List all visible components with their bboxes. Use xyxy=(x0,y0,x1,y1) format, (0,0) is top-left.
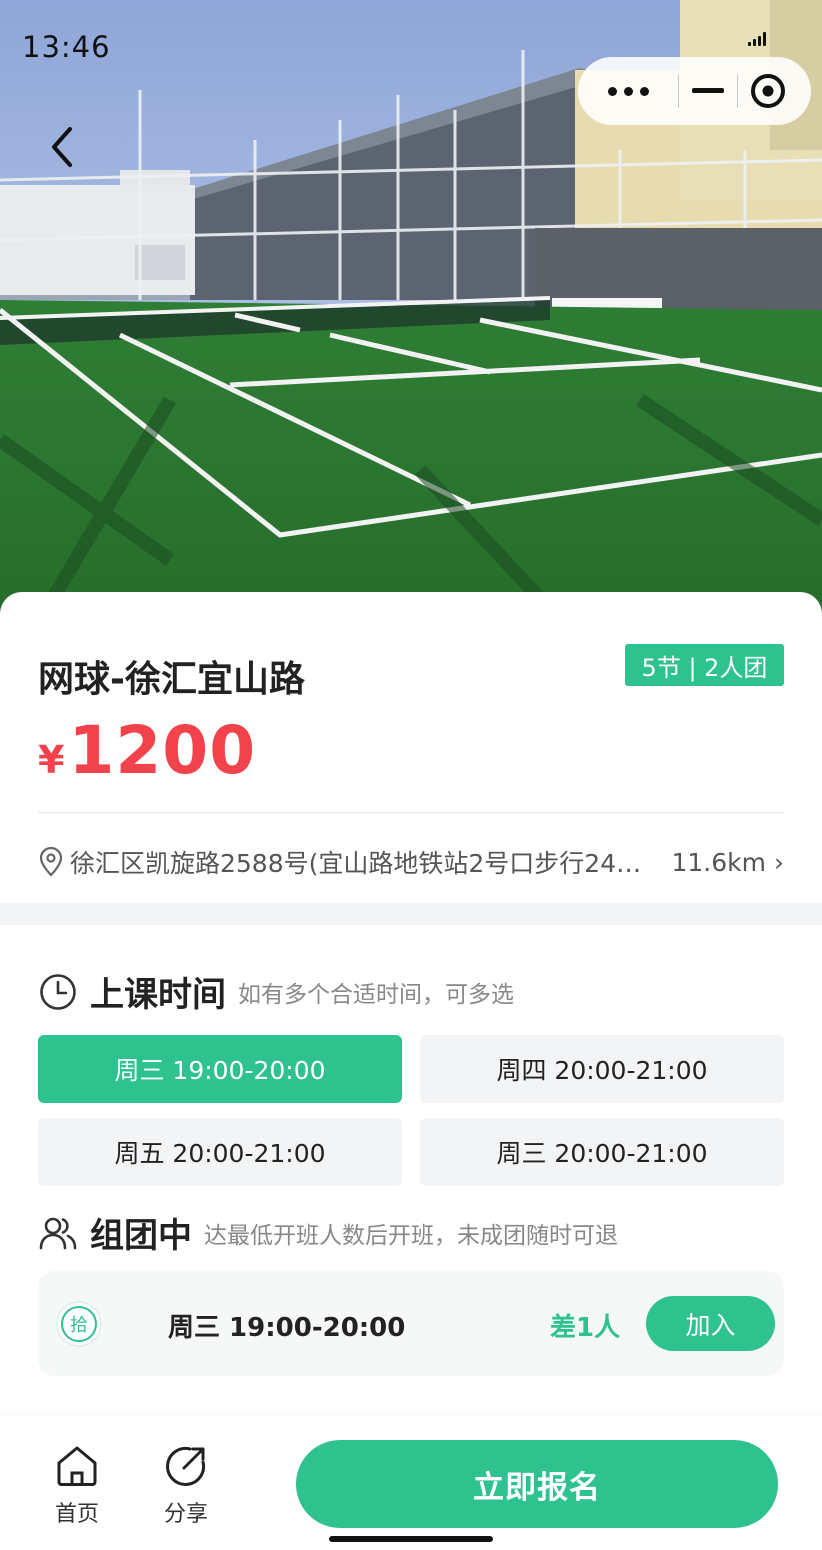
back-button[interactable] xyxy=(38,118,86,176)
target-close-icon xyxy=(751,74,785,108)
group-lack-count: 差1人 xyxy=(550,1313,621,1343)
minimize-icon xyxy=(692,88,724,93)
home-icon xyxy=(57,1446,97,1486)
schedule-subtitle: 如有多个合适时间，可多选 xyxy=(238,981,514,1008)
minimize-button[interactable] xyxy=(679,57,737,125)
currency-symbol: ¥ xyxy=(38,738,65,782)
section-gap xyxy=(0,903,822,925)
join-button[interactable]: 加入 xyxy=(646,1296,775,1351)
course-title: 网球-徐汇宜山路 xyxy=(38,659,305,700)
status-time: 13:46 xyxy=(22,30,111,64)
brand-logo-icon: 拾 xyxy=(61,1306,97,1342)
group-subtitle: 达最低开班人数后开班，未成团随时可退 xyxy=(204,1222,618,1249)
close-button[interactable] xyxy=(738,57,798,125)
group-time: 周三 19:00-20:00 xyxy=(168,1313,406,1343)
share-nav[interactable]: 分享 xyxy=(146,1444,226,1528)
hero-image: 13:46 xyxy=(0,0,822,620)
schedule-header: 上课时间 如有多个合适时间，可多选 xyxy=(38,967,514,1016)
divider xyxy=(38,812,784,813)
avatar: 拾 xyxy=(56,1301,102,1347)
home-nav[interactable]: 首页 xyxy=(37,1444,117,1528)
schedule-title: 上课时间 xyxy=(90,975,226,1015)
address-text: 徐汇区凯旋路2588号(宜山路地铁站2号口步行240米) xyxy=(70,849,654,878)
price: ¥ 1200 xyxy=(38,712,256,789)
group-item: 拾 周三 19:00-20:00 差1人 加入 xyxy=(38,1271,784,1376)
signal-icon xyxy=(748,32,768,46)
enroll-button[interactable]: 立即报名 xyxy=(296,1440,778,1528)
group-header: 组团中 达最低开班人数后开班，未成团随时可退 xyxy=(38,1208,618,1257)
mini-program-capsule xyxy=(578,57,811,125)
time-slot[interactable]: 周四 20:00-21:00 xyxy=(420,1035,784,1103)
location-pin-icon xyxy=(39,847,63,877)
course-tag: 5节 | 2人团 xyxy=(625,644,784,686)
more-dots-icon xyxy=(607,86,649,96)
distance: 11.6km xyxy=(671,847,767,877)
more-button[interactable] xyxy=(578,57,678,125)
users-icon xyxy=(39,1217,77,1249)
address-row[interactable]: 徐汇区凯旋路2588号(宜山路地铁站2号口步行240米) 11.6km › xyxy=(38,840,784,884)
group-title: 组团中 xyxy=(90,1216,192,1256)
course-detail-page: 13:46 网球-徐汇宜山路 5节 | 2人团 ¥ 1200 徐汇区凯旋路258… xyxy=(0,0,822,1550)
home-indicator xyxy=(329,1536,493,1542)
share-icon xyxy=(166,1446,206,1486)
chevron-right-icon: › xyxy=(774,847,784,877)
share-label: 分享 xyxy=(163,1502,208,1527)
time-slot[interactable]: 周三 20:00-21:00 xyxy=(420,1118,784,1186)
home-label: 首页 xyxy=(54,1502,99,1527)
svg-text:拾: 拾 xyxy=(70,1315,88,1336)
clock-icon xyxy=(40,973,76,1010)
price-value: 1200 xyxy=(68,712,257,789)
time-slot[interactable]: 周三 19:00-20:00 xyxy=(38,1035,402,1103)
chevron-left-icon xyxy=(52,127,72,167)
time-slot[interactable]: 周五 20:00-21:00 xyxy=(38,1118,402,1186)
